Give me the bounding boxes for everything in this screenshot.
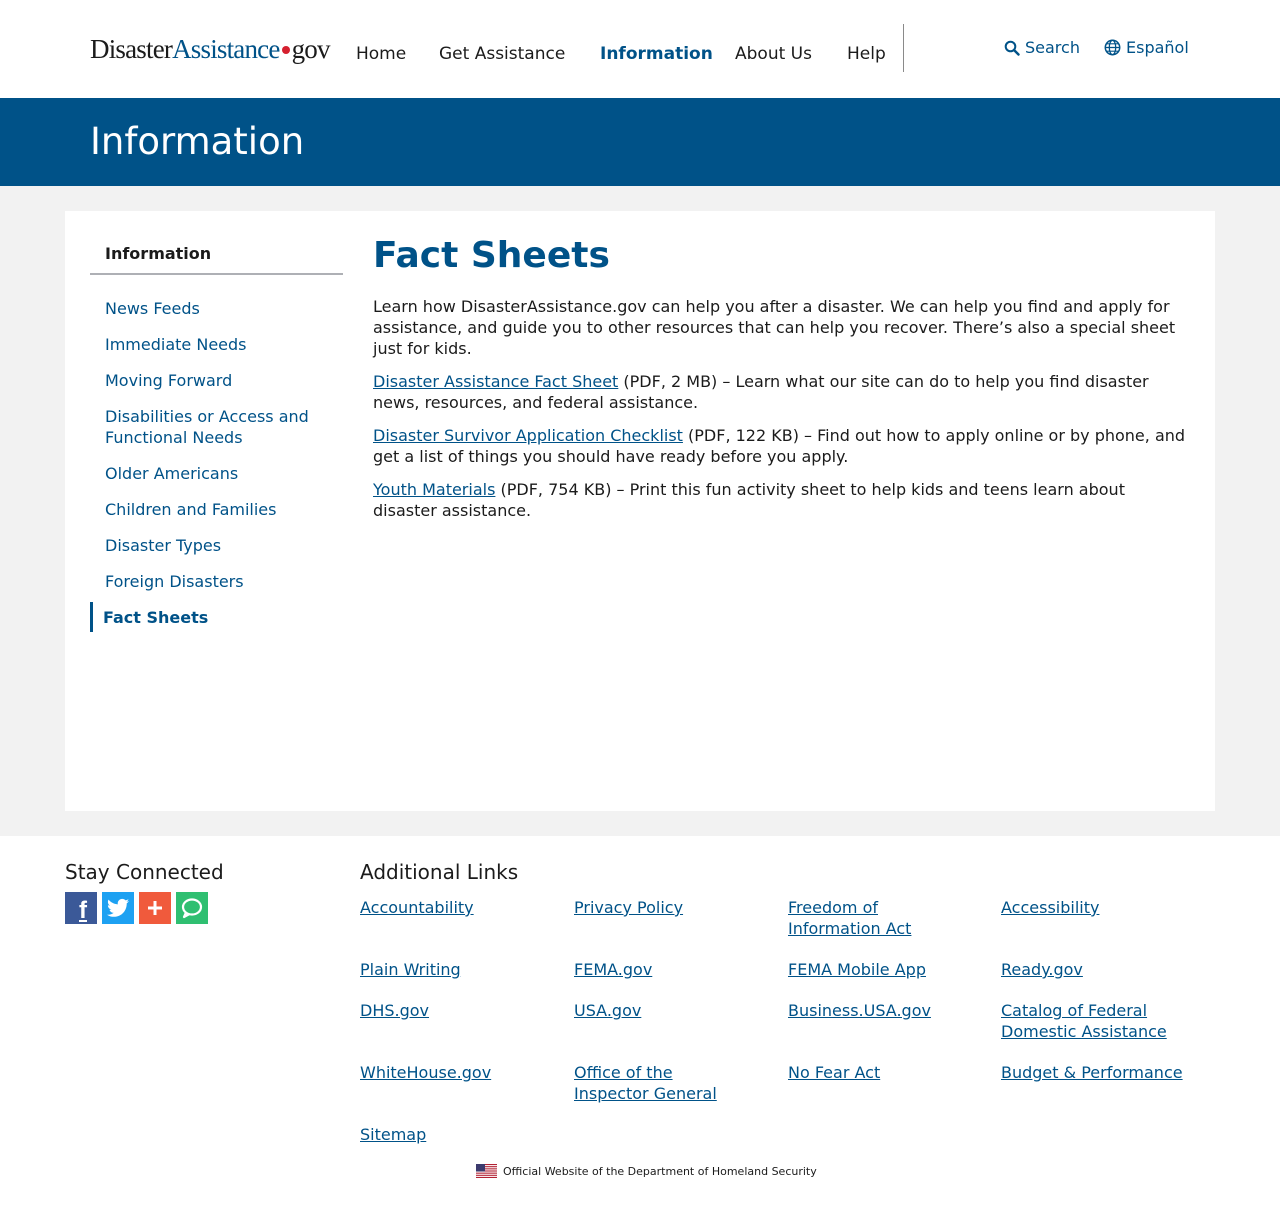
text-message-icon [181, 898, 203, 919]
footer-link-privacy-policy[interactable]: Privacy Policy [574, 897, 764, 918]
twitter-icon [107, 898, 129, 917]
footer-link-fema-mobile-app[interactable]: FEMA Mobile App [788, 959, 978, 980]
nav-about-us[interactable]: About Us [735, 44, 812, 64]
footer-link-usa[interactable]: USA.gov [574, 1000, 764, 1021]
language-label: Español [1126, 38, 1189, 57]
page-banner: Information [0, 98, 1280, 186]
nav-divider [903, 24, 904, 72]
footer-link-accountability[interactable]: Accountability [360, 897, 550, 918]
footer-link-sitemap[interactable]: Sitemap [360, 1124, 550, 1145]
doc-link-application-checklist[interactable]: Disaster Survivor Application Checklist [373, 426, 683, 445]
footer-link-foia[interactable]: Freedom of Information Act [788, 897, 938, 939]
twitter-button[interactable] [102, 892, 134, 924]
nav-home[interactable]: Home [356, 44, 406, 64]
intro-paragraph: Learn how DisasterAssistance.gov can hel… [373, 297, 1176, 358]
official-website-notice: Official Website of the Department of Ho… [476, 1164, 817, 1178]
stay-connected-title: Stay Connected [65, 860, 224, 884]
search-label: Search [1025, 38, 1080, 57]
sidebar-item-moving-forward[interactable]: Moving Forward [105, 370, 335, 391]
footer-link-business-usa[interactable]: Business.USA.gov [788, 1000, 978, 1021]
add-share-button[interactable] [139, 892, 171, 924]
logo-text-disaster: Disaster [90, 34, 173, 64]
nav-information[interactable]: Information [600, 44, 713, 64]
globe-icon [1104, 39, 1121, 56]
language-toggle[interactable]: Español [1104, 38, 1189, 57]
doc-link-youth-materials[interactable]: Youth Materials [373, 480, 495, 499]
facebook-button[interactable]: f [65, 892, 97, 924]
additional-links-title: Additional Links [360, 860, 519, 884]
footer-link-fema[interactable]: FEMA.gov [574, 959, 764, 980]
doc-item: Disaster Assistance Fact Sheet (PDF, 2 M… [373, 371, 1193, 413]
footer-link-whitehouse[interactable]: WhiteHouse.gov [360, 1062, 550, 1083]
doc-link-fact-sheet[interactable]: Disaster Assistance Fact Sheet [373, 372, 618, 391]
logo-dot-icon [281, 46, 290, 55]
official-website-text: Official Website of the Department of Ho… [503, 1164, 817, 1178]
doc-item: Youth Materials (PDF, 754 KB) – Print th… [373, 479, 1193, 521]
sidebar-item-older-americans[interactable]: Older Americans [105, 463, 335, 484]
sidebar-divider [90, 273, 343, 275]
facebook-icon: f [79, 897, 87, 924]
search-button[interactable]: Search [1004, 38, 1080, 57]
footer-link-catalog-fda[interactable]: Catalog of Federal Domestic Assistance [1001, 1000, 1186, 1042]
sidebar-item-immediate-needs[interactable]: Immediate Needs [105, 334, 335, 355]
logo-text-gov: gov [291, 34, 331, 64]
nav-get-assistance[interactable]: Get Assistance [439, 44, 565, 64]
footer-link-budget-performance[interactable]: Budget & Performance [1001, 1062, 1201, 1083]
banner-title: Information [90, 120, 305, 163]
sidebar-item-disabilities[interactable]: Disabilities or Access and Functional Ne… [105, 406, 335, 448]
footer-link-no-fear-act[interactable]: No Fear Act [788, 1062, 978, 1083]
footer-link-ready[interactable]: Ready.gov [1001, 959, 1191, 980]
footer-link-dhs[interactable]: DHS.gov [360, 1000, 550, 1021]
nav-help[interactable]: Help [847, 44, 886, 64]
search-icon [1004, 40, 1020, 56]
footer-link-accessibility[interactable]: Accessibility [1001, 897, 1191, 918]
sidebar-item-news-feeds[interactable]: News Feeds [105, 298, 335, 319]
footer-link-plain-writing[interactable]: Plain Writing [360, 959, 550, 980]
us-flag-icon [476, 1164, 497, 1178]
sidebar-item-disaster-types[interactable]: Disaster Types [105, 535, 335, 556]
sidebar-current-indicator [90, 602, 93, 632]
sidebar-item-children-families[interactable]: Children and Families [105, 499, 335, 520]
add-share-icon [148, 901, 162, 915]
logo-text-assistance: Assistance [172, 34, 280, 64]
sidebar-title: Information [105, 244, 212, 263]
page-title: Fact Sheets [373, 235, 610, 276]
text-message-button[interactable] [176, 892, 208, 924]
main-content: Fact Sheets Learn how DisasterAssistance… [373, 236, 1193, 533]
doc-item: Disaster Survivor Application Checklist … [373, 425, 1193, 467]
site-header: DisasterAssistance gov Home Get Assistanc… [0, 0, 1280, 98]
sidebar-item-foreign-disasters[interactable]: Foreign Disasters [105, 571, 335, 592]
footer-link-inspector-general[interactable]: Office of the Inspector General [574, 1062, 734, 1104]
sidebar-item-fact-sheets[interactable]: Fact Sheets [103, 607, 333, 628]
site-logo[interactable]: DisasterAssistance gov [90, 34, 330, 65]
